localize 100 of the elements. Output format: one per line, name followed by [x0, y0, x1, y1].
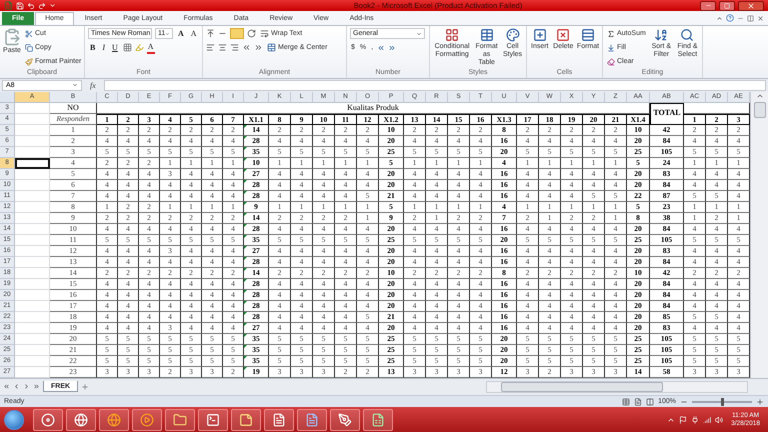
scroll-thumb[interactable] — [754, 102, 766, 118]
table-cell: NO — [50, 102, 97, 114]
align-right-icon[interactable] — [230, 43, 239, 52]
copy-icon — [25, 44, 33, 52]
error-marker-icon — [244, 190, 247, 194]
taskbar-app[interactable] — [198, 408, 228, 431]
vertical-scrollbar[interactable] — [750, 92, 768, 378]
volume-icon[interactable] — [715, 416, 724, 424]
previous-sheet-icon[interactable] — [13, 383, 20, 390]
maximize-button[interactable] — [719, 0, 735, 11]
power-icon[interactable] — [691, 416, 700, 424]
orientation-icon[interactable] — [247, 29, 256, 38]
last-sheet-icon[interactable] — [33, 383, 40, 390]
scroll-thumb[interactable] — [501, 382, 663, 392]
wrap-text-icon — [260, 29, 269, 38]
taskbar-app[interactable] — [99, 408, 129, 431]
align-left-icon[interactable] — [206, 43, 215, 52]
delete-cells-icon — [556, 28, 570, 42]
bold-button[interactable]: B — [88, 42, 98, 54]
error-marker-icon — [244, 246, 247, 249]
palette-icon — [506, 28, 520, 42]
font-color-button[interactable]: A — [146, 42, 155, 54]
folder-icon — [173, 412, 187, 427]
page-break-icon[interactable] — [646, 398, 654, 406]
collapse-icon[interactable] — [716, 14, 723, 22]
error-marker-icon — [244, 312, 247, 315]
taskbar-app[interactable] — [297, 408, 327, 431]
caret-icon[interactable] — [49, 2, 56, 10]
grow-font-button[interactable]: A — [176, 28, 186, 40]
error-marker-icon — [244, 136, 247, 139]
align-center-icon[interactable] — [218, 43, 227, 52]
error-marker-icon — [244, 146, 247, 150]
taskbar-app[interactable] — [231, 408, 261, 431]
horizontal-scrollbar[interactable] — [486, 380, 748, 393]
sort-icon — [654, 28, 668, 42]
caret-icon — [72, 82, 78, 88]
insert-cells-icon — [532, 28, 547, 42]
zoom-in-icon[interactable] — [756, 398, 764, 406]
underline-button[interactable]: U — [110, 42, 120, 54]
next-sheet-icon[interactable] — [23, 383, 30, 390]
error-marker-icon — [244, 180, 247, 183]
zoom-slider[interactable] — [692, 400, 752, 403]
search-icon — [680, 28, 694, 42]
flag-icon[interactable] — [679, 416, 688, 424]
eraser-icon — [607, 58, 615, 66]
taskbar-app[interactable] — [264, 408, 294, 431]
close-icon[interactable] — [757, 14, 764, 22]
error-marker-icon — [244, 278, 247, 282]
page-layout-icon[interactable] — [634, 398, 642, 406]
error-marker-icon — [244, 256, 247, 260]
active-cell[interactable] — [15, 158, 50, 169]
error-marker-icon — [244, 322, 247, 326]
error-marker-icon — [244, 344, 247, 348]
sigma-icon — [607, 30, 615, 38]
error-marker-icon — [244, 124, 247, 128]
insert-sheet-icon[interactable] — [81, 382, 90, 391]
zoom-thumb[interactable] — [721, 398, 724, 406]
close-button[interactable] — [738, 0, 764, 11]
taskbar-app[interactable] — [330, 408, 360, 431]
taskbar-app[interactable] — [165, 408, 195, 431]
formula-field[interactable] — [104, 80, 766, 91]
taskbar-app[interactable] — [363, 408, 393, 431]
undo-icon[interactable] — [27, 2, 35, 10]
italic-button[interactable]: I — [100, 42, 108, 54]
table-cell — [684, 102, 750, 114]
error-marker-icon — [244, 202, 247, 205]
increase-indent-icon[interactable] — [254, 43, 263, 52]
signal-icon[interactable] — [703, 416, 712, 424]
spreadsheet-icon — [371, 412, 385, 427]
error-marker-icon — [244, 356, 247, 359]
help-icon[interactable] — [726, 14, 734, 22]
fill-color-icon[interactable] — [134, 43, 144, 52]
decrease-indent-icon[interactable] — [242, 43, 251, 52]
start-button[interactable] — [4, 410, 24, 430]
taskbar-app[interactable] — [66, 408, 96, 431]
taskbar-app[interactable] — [33, 408, 63, 431]
minimize-button[interactable] — [700, 0, 716, 11]
error-marker-icon — [244, 300, 247, 304]
table-heading: Kualitas Produk — [97, 102, 650, 114]
function-label[interactable]: fx — [86, 80, 100, 90]
save-icon[interactable] — [16, 2, 24, 10]
redo-icon[interactable] — [38, 2, 46, 10]
align-top-icon[interactable] — [206, 29, 215, 38]
error-marker-icon — [244, 234, 247, 238]
shrink-font-button[interactable]: A — [188, 28, 199, 40]
spreadsheet-icon — [4, 1, 13, 10]
restore-icon[interactable] — [747, 14, 754, 22]
borders-icon[interactable] — [122, 43, 132, 52]
normal-view-icon[interactable] — [622, 398, 630, 406]
first-sheet-icon[interactable] — [3, 383, 10, 390]
sticky-note-icon — [239, 412, 253, 427]
error-marker-icon — [244, 224, 247, 227]
error-marker-icon — [244, 158, 247, 161]
error-marker-icon — [244, 212, 247, 216]
merge-cells-icon — [267, 43, 276, 52]
document-icon — [305, 412, 319, 427]
error-marker-icon — [244, 168, 247, 172]
caret-icon — [416, 30, 422, 37]
table-icon — [480, 28, 494, 42]
taskbar-app[interactable] — [132, 408, 162, 431]
